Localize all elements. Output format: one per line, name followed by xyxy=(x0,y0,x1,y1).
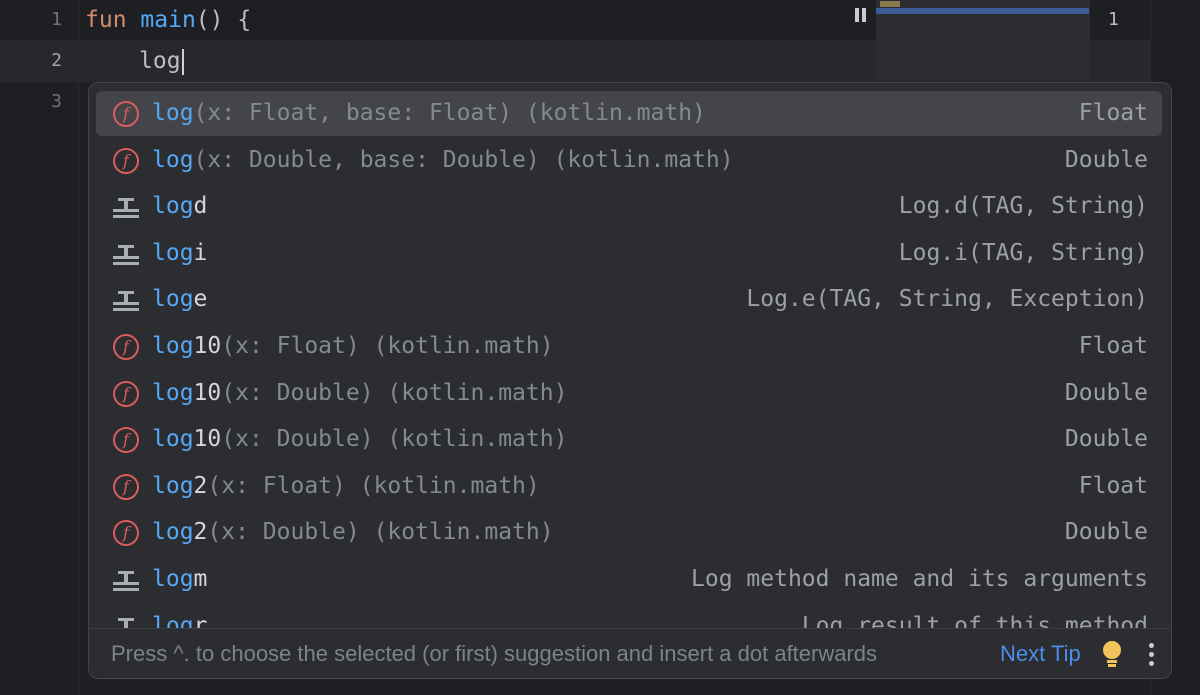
completion-name-rest: m xyxy=(193,566,208,592)
completion-type: Log method name and its arguments xyxy=(691,566,1148,592)
completion-name-rest: r xyxy=(193,612,208,628)
completion-name-rest: 10 xyxy=(193,426,222,453)
minimap-viewport[interactable] xyxy=(876,8,1089,14)
completion-item[interactable]: logm Log method name and its arguments xyxy=(96,557,1162,602)
function-icon: f xyxy=(113,520,139,547)
completion-item-label: log(x: Float, base: Float) (kotlin.math) xyxy=(152,91,706,136)
completion-item-label: log2(x: Double) (kotlin.math) xyxy=(152,510,554,555)
match-text: log xyxy=(152,146,194,173)
inspection-count[interactable]: 1 xyxy=(1108,0,1119,40)
minimap[interactable] xyxy=(876,0,1090,80)
completion-params: (x: Float) (kotlin.math) xyxy=(221,333,554,359)
completion-item[interactable]: logr Log result of this method xyxy=(96,604,1162,628)
completion-params: (x: Double) (kotlin.math) xyxy=(221,426,568,453)
live-template-icon xyxy=(113,287,139,313)
completion-name-rest: 10 xyxy=(193,333,222,359)
completion-item[interactable]: f log(x: Float, base: Float) (kotlin.math… xyxy=(96,91,1162,136)
minimap-marker xyxy=(880,1,900,7)
completion-item-label: loge xyxy=(152,277,207,322)
completion-item[interactable]: f log10(x: Float) (kotlin.math) Float xyxy=(96,324,1162,369)
lightbulb-icon[interactable] xyxy=(1102,641,1122,669)
match-text: log xyxy=(152,472,194,499)
completion-params: (x: Double) (kotlin.math) xyxy=(221,379,568,406)
completion-type: Double xyxy=(1064,146,1148,173)
completion-item-label: logr xyxy=(152,604,207,628)
next-tip-link[interactable]: Next Tip xyxy=(1000,629,1081,678)
completion-item-label: log10(x: Double) (kotlin.math) xyxy=(152,417,567,462)
more-options-icon[interactable] xyxy=(1149,643,1155,667)
pause-icon[interactable] xyxy=(852,6,868,24)
typed-text: log xyxy=(139,48,181,74)
completion-item[interactable]: f log10(x: Double) (kotlin.math) Double xyxy=(96,371,1162,416)
live-template-icon xyxy=(113,614,139,628)
completion-item[interactable]: logi Log.i(TAG, String) xyxy=(96,231,1162,276)
live-template-icon xyxy=(113,194,139,220)
completion-type: Double xyxy=(1064,379,1148,406)
completion-params: (x: Float, base: Float) (kotlin.math) xyxy=(193,100,706,126)
completion-list[interactable]: f log(x: Float, base: Float) (kotlin.math… xyxy=(89,83,1171,628)
code-completion-popup[interactable]: f log(x: Float, base: Float) (kotlin.math… xyxy=(88,82,1172,679)
completion-item-label: log10(x: Double) (kotlin.math) xyxy=(152,371,567,416)
completion-footer: Press ^. to choose the selected (or firs… xyxy=(89,628,1171,678)
completion-hint: Press ^. to choose the selected (or firs… xyxy=(111,641,878,666)
match-text: log xyxy=(152,519,194,546)
match-text: log xyxy=(152,193,194,220)
completion-item[interactable]: f log(x: Double, base: Double) (kotlin.ma… xyxy=(96,138,1162,183)
completion-name-rest: e xyxy=(193,286,208,313)
line-number: 3 xyxy=(51,91,62,112)
function-icon: f xyxy=(113,427,139,454)
completion-name-rest: 2 xyxy=(193,472,208,499)
completion-type: Float xyxy=(1078,100,1148,126)
completion-params: (x: Float) (kotlin.math) xyxy=(207,472,540,499)
code-line-2[interactable]: log xyxy=(139,41,184,81)
completion-item[interactable]: f log2(x: Float) (kotlin.math) Float xyxy=(96,464,1162,509)
completion-item-label: logm xyxy=(152,557,207,602)
line-number-current: 2 xyxy=(51,50,62,71)
completion-item[interactable]: f log10(x: Double) (kotlin.math) Double xyxy=(96,417,1162,462)
function-name: main xyxy=(140,7,196,33)
match-text: log xyxy=(152,333,194,359)
function-icon: f xyxy=(113,101,139,127)
line-number: 1 xyxy=(51,9,62,30)
function-icon: f xyxy=(113,147,139,174)
completion-type: Log result of this method xyxy=(801,612,1148,628)
completion-item-label: log2(x: Float) (kotlin.math) xyxy=(152,464,540,509)
completion-item-label: log10(x: Float) (kotlin.math) xyxy=(152,324,554,369)
completion-params: (x: Double, base: Double) (kotlin.math) xyxy=(193,146,734,173)
completion-params: (x: Double) (kotlin.math) xyxy=(207,519,554,546)
match-text: log xyxy=(152,612,194,628)
match-text: log xyxy=(152,426,194,453)
completion-name-rest: i xyxy=(193,239,208,266)
completion-type: Float xyxy=(1078,333,1148,359)
text-caret xyxy=(181,48,184,75)
function-icon: f xyxy=(113,380,139,407)
completion-item[interactable]: loge Log.e(TAG, String, Exception) xyxy=(96,277,1162,322)
completion-name-rest: 10 xyxy=(193,379,222,406)
function-icon: f xyxy=(113,473,139,500)
match-text: log xyxy=(152,379,194,406)
match-text: log xyxy=(152,566,194,592)
live-template-icon xyxy=(113,567,139,593)
match-text: log xyxy=(152,100,194,126)
function-icon: f xyxy=(113,334,139,360)
completion-name-rest: d xyxy=(193,193,208,220)
completion-type: Float xyxy=(1078,472,1148,499)
match-text: log xyxy=(152,239,194,266)
code-line-1[interactable]: fun main() { xyxy=(85,0,251,40)
completion-name-rest: 2 xyxy=(193,519,208,546)
match-text: log xyxy=(152,286,194,313)
completion-item-label: log(x: Double, base: Double) (kotlin.mat… xyxy=(152,138,734,183)
completion-item[interactable]: f log2(x: Double) (kotlin.math) Double xyxy=(96,510,1162,555)
live-template-icon xyxy=(113,241,139,267)
completion-type: Log.i(TAG, String) xyxy=(898,239,1148,266)
completion-type: Double xyxy=(1064,519,1148,546)
completion-type: Log.d(TAG, String) xyxy=(898,193,1148,220)
completion-type: Log.e(TAG, String, Exception) xyxy=(746,286,1148,313)
completion-type: Double xyxy=(1064,426,1148,453)
completion-item-label: logi xyxy=(152,231,207,276)
completion-item-label: logd xyxy=(152,184,207,229)
code-punctuation: () { xyxy=(195,7,252,33)
completion-item[interactable]: logd Log.d(TAG, String) xyxy=(96,184,1162,229)
keyword-fun: fun xyxy=(85,7,127,33)
